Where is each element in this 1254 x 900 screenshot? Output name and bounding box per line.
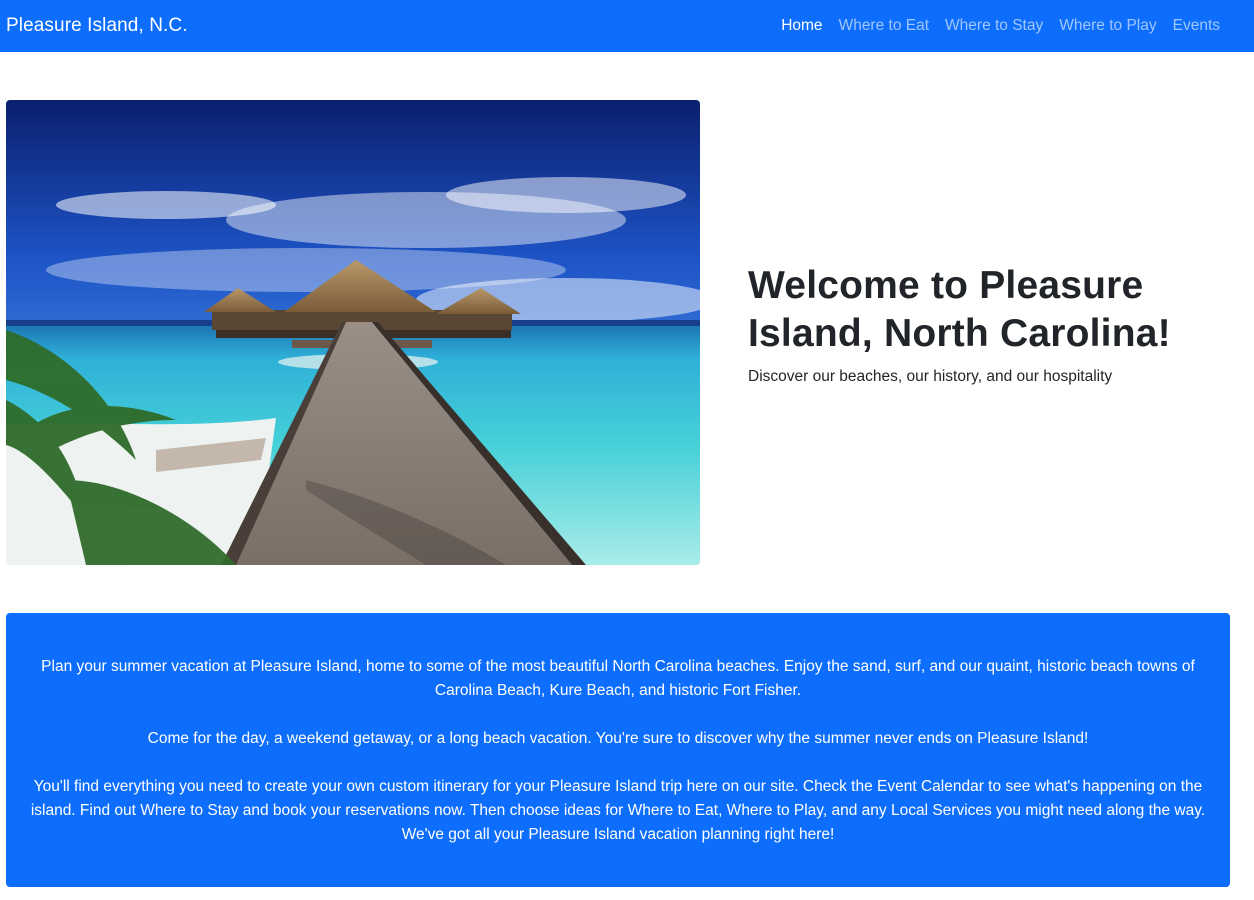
info-paragraph-1: Plan your summer vacation at Pleasure Is… xyxy=(41,658,1195,699)
info-paragraph-2: Come for the day, a weekend getaway, or … xyxy=(147,730,1089,747)
nav-link-events[interactable]: Events xyxy=(1165,17,1228,35)
top-navbar: Pleasure Island, N.C. Home Where to Eat … xyxy=(0,0,1254,52)
hero-subtitle: Discover our beaches, our history, and o… xyxy=(748,368,1113,385)
nav-link-home[interactable]: Home xyxy=(773,17,830,35)
info-paragraph-3: You'll find everything you need to creat… xyxy=(30,778,1206,843)
beach-pier-illustration xyxy=(6,100,700,565)
hero-beach-image xyxy=(6,100,700,565)
hero-title: Welcome to Pleasure Island, North Caroli… xyxy=(748,264,1171,355)
nav-link-where-to-play[interactable]: Where to Play xyxy=(1051,17,1164,35)
nav-link-where-to-eat[interactable]: Where to Eat xyxy=(831,17,937,35)
info-callout: Plan your summer vacation at Pleasure Is… xyxy=(6,613,1230,887)
nav-links: Home Where to Eat Where to Stay Where to… xyxy=(773,17,1228,35)
hero-text-block: Welcome to Pleasure Island, North Caroli… xyxy=(748,262,1238,386)
brand-link[interactable]: Pleasure Island, N.C. xyxy=(6,15,188,37)
nav-link-where-to-stay[interactable]: Where to Stay xyxy=(937,17,1051,35)
